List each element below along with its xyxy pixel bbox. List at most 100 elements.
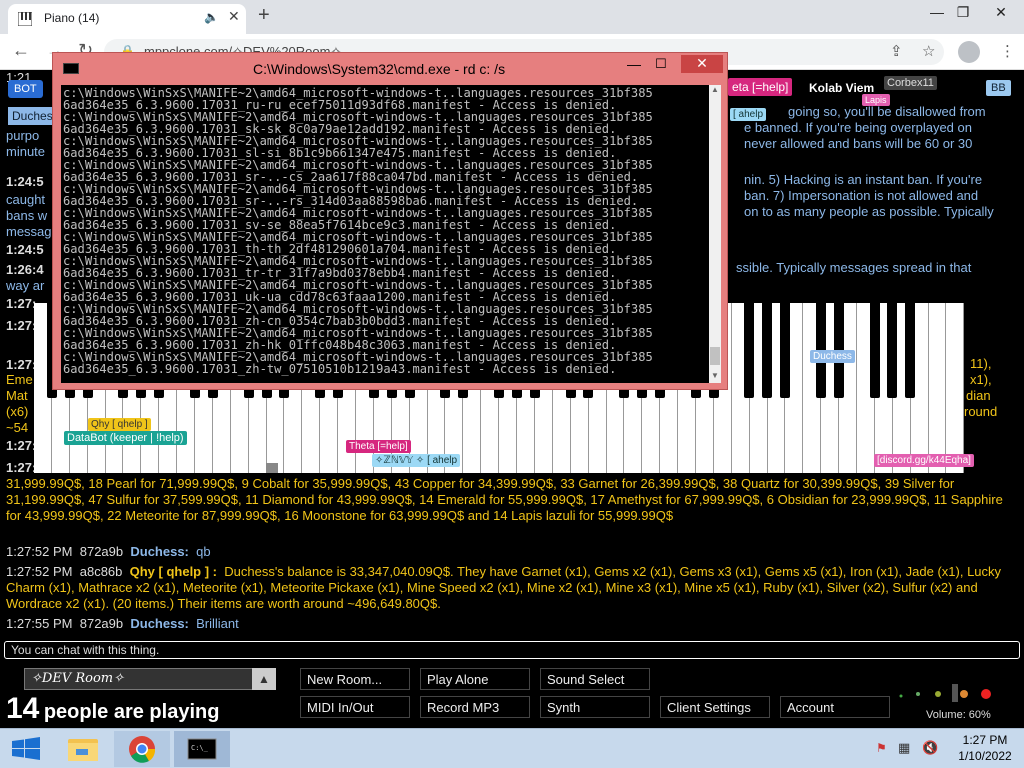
windows-start-icon[interactable] bbox=[0, 731, 56, 767]
taskbar: C:\_ ⚑ ▦ 🔇 1:27 PM 1/10/2022 bbox=[0, 728, 1024, 768]
chat-fragment: caught bbox=[6, 192, 46, 207]
chat-message: 1:27:55 PM 872a9b Duchess: Brilliant bbox=[6, 616, 239, 631]
room-selector[interactable]: ✧DEV Room✧ bbox=[24, 668, 276, 690]
databot-cursor-tag[interactable]: DataBot (keeper | !help) bbox=[64, 431, 187, 445]
new-room-button[interactable]: New Room... bbox=[300, 668, 410, 690]
tab-close-icon[interactable]: ✕ bbox=[228, 8, 240, 25]
chat-fragment: 1:27: bbox=[6, 460, 37, 475]
duchess-cursor-tag[interactable]: Duchess bbox=[810, 350, 855, 363]
chat-message: 1:27:52 PM 872a9b Duchess: qb bbox=[6, 544, 211, 559]
sound-select-button[interactable]: Sound Select bbox=[540, 668, 650, 690]
new-tab-icon[interactable]: + bbox=[258, 4, 270, 27]
client-settings-button[interactable]: Client Settings bbox=[660, 696, 770, 718]
player-count: 14 people are playing bbox=[6, 692, 220, 725]
chat-fragment: ~54 bbox=[6, 420, 29, 435]
volume-label: Volume: 60% bbox=[926, 709, 991, 721]
scroll-down-icon[interactable]: ▼ bbox=[711, 371, 719, 380]
account-button[interactable]: Account bbox=[780, 696, 890, 718]
chat-fragment: x1), bbox=[970, 372, 992, 387]
chat-fragment: 1:24:5 bbox=[6, 174, 44, 189]
bb-tag[interactable]: BB bbox=[986, 80, 1011, 96]
corbex-tag[interactable]: Corbex11 bbox=[884, 76, 937, 90]
chat-fragment: 11), bbox=[970, 356, 992, 371]
chat-fragment: 1:27: bbox=[6, 318, 37, 333]
scroll-up-icon[interactable]: ▲ bbox=[711, 85, 719, 94]
flag-icon[interactable]: ⚑ bbox=[876, 741, 887, 755]
piano-black-key[interactable] bbox=[869, 303, 880, 398]
cmd-close-icon[interactable]: ✕ bbox=[681, 55, 723, 73]
chat-fragment: on to as many people as possible. Typica… bbox=[744, 204, 994, 219]
chat-fragment: 1:27: bbox=[6, 438, 37, 453]
svg-text:C:\_: C:\_ bbox=[191, 744, 209, 752]
bot-badge[interactable]: BOT bbox=[8, 80, 43, 98]
chat-input[interactable]: You can chat with this thing. bbox=[4, 641, 1020, 659]
midi-button[interactable]: MIDI In/Out bbox=[300, 696, 410, 718]
chat-fragment: minute bbox=[6, 144, 46, 159]
taskbar-clock[interactable]: 1:27 PM 1/10/2022 bbox=[950, 732, 1020, 764]
chat-fragment: ban. 7) Impersonation is not allowed and bbox=[744, 188, 979, 203]
scroll-thumb[interactable] bbox=[710, 347, 720, 365]
chat-fragment: nin. 5) Hacking is an instant ban. If yo… bbox=[744, 172, 983, 187]
chat-fragment: messag bbox=[6, 224, 52, 239]
piano-black-key[interactable] bbox=[762, 303, 773, 398]
window-close-icon[interactable]: ✕ bbox=[984, 0, 1018, 30]
chat-fragment: Mat bbox=[6, 388, 28, 403]
chat-fragment: 1:27: bbox=[6, 296, 37, 311]
chat-fragment: never allowed and bans will be 60 or 30 bbox=[744, 136, 973, 151]
volume-muted-icon[interactable]: 🔇 bbox=[922, 740, 938, 756]
cmd-window[interactable]: C:\Windows\System32\cmd.exe - rd c: /s —… bbox=[52, 52, 728, 390]
share-icon[interactable]: ⇪ bbox=[890, 42, 903, 60]
scroll-marker bbox=[266, 463, 278, 473]
bookmark-star-icon[interactable]: ☆ bbox=[922, 42, 935, 60]
menu-kebab-icon[interactable]: ⋮ bbox=[1000, 42, 1015, 60]
cmd-maximize-icon[interactable]: ☐ bbox=[655, 56, 667, 72]
play-alone-button[interactable]: Play Alone bbox=[420, 668, 530, 690]
chat-fragment: purpo bbox=[6, 128, 40, 143]
chat-fragment: e banned. If you're being overplayed on bbox=[744, 120, 972, 135]
volume-knob-icon[interactable] bbox=[896, 684, 996, 704]
chat-fragment: dian bbox=[966, 388, 991, 403]
synth-button[interactable]: Synth bbox=[540, 696, 650, 718]
member-cursor-tag[interactable]: ✧ℤℕ𝕍𝕐 ✧ [ ahelp bbox=[372, 454, 461, 467]
bottom-controls: ✧DEV Room✧ ▲ 14 people are playing New R… bbox=[0, 662, 1024, 728]
cmd-line: 6ad364e35_6.3.9600.17031_zh-tw_07510510b… bbox=[63, 362, 617, 376]
chat-fragment: ssible. Typically messages spread in tha… bbox=[736, 260, 972, 275]
cmd-title: C:\Windows\System32\cmd.exe - rd c: /s bbox=[253, 61, 506, 77]
room-dropdown-arrow-icon[interactable]: ▲ bbox=[252, 668, 276, 690]
back-icon[interactable]: ← bbox=[12, 40, 30, 61]
record-mp3-button[interactable]: Record MP3 bbox=[420, 696, 530, 718]
chrome-icon[interactable] bbox=[114, 731, 170, 767]
piano-black-key[interactable] bbox=[780, 303, 791, 398]
chat-fragment: round bbox=[964, 404, 998, 419]
piano-black-key[interactable] bbox=[744, 303, 755, 398]
chat-fragment: 1:27: bbox=[6, 357, 37, 372]
theta-cursor-tag[interactable]: Theta [=help] bbox=[346, 440, 411, 453]
network-icon[interactable]: ▦ bbox=[898, 740, 910, 756]
cmd-output[interactable]: c:\Windows\WinSxS\MANIFE~2\amd64_microso… bbox=[61, 85, 709, 383]
file-explorer-icon[interactable] bbox=[56, 731, 112, 767]
duchess-name-tag[interactable]: Duches bbox=[8, 107, 57, 125]
piano-black-key[interactable] bbox=[887, 303, 898, 398]
tab-title: Piano (14) bbox=[44, 11, 100, 25]
chat-fragment: going so, you'll be disallowed from bbox=[788, 104, 986, 119]
speaker-icon[interactable]: 🔈 bbox=[204, 10, 219, 24]
discord-cursor-tag[interactable]: [discord.gg/k44Eqha] bbox=[874, 454, 974, 467]
chat-fragment: bans w bbox=[6, 208, 48, 223]
piano-black-key[interactable] bbox=[905, 303, 916, 398]
chat-fragment: 1:24:5 bbox=[6, 242, 44, 257]
cmd-taskbar-icon[interactable]: C:\_ bbox=[174, 731, 230, 767]
theta-tag[interactable]: eta [=help] bbox=[728, 78, 793, 96]
cmd-titlebar[interactable]: C:\Windows\System32\cmd.exe - rd c: /s —… bbox=[53, 53, 729, 83]
chat-fragment: way ar bbox=[6, 278, 45, 293]
chat-market-message: 31,999.99Q$, 18 Pearl for 71,999.99Q$, 9… bbox=[6, 476, 1003, 523]
restore-icon[interactable]: ❐ bbox=[946, 0, 980, 30]
chat-fragment: Eme bbox=[6, 372, 33, 387]
tab-strip: Piano (14) 🔈 ✕ + — ❐ ✕ bbox=[0, 0, 1024, 34]
cmd-scrollbar[interactable]: ▲ ▼ bbox=[709, 85, 721, 383]
browser-tab[interactable]: Piano (14) 🔈 ✕ bbox=[8, 4, 246, 34]
profile-avatar[interactable] bbox=[958, 41, 980, 63]
qhy-cursor-tag[interactable]: Qhy [ qhelp ] bbox=[88, 418, 151, 431]
cmd-minimize-icon[interactable]: — bbox=[627, 56, 641, 72]
cmd-icon bbox=[63, 63, 79, 74]
chat-fragment: 1:26:4 bbox=[6, 262, 44, 277]
